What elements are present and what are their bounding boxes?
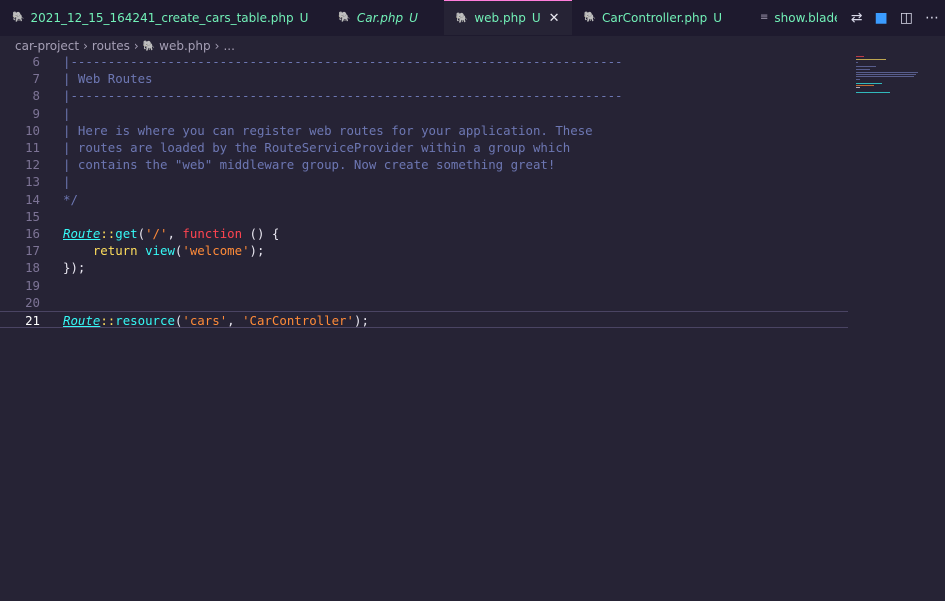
code-text: | routes are loaded by the RouteServiceP… xyxy=(63,140,571,155)
tab-status: U xyxy=(713,10,723,25)
split-editor-icon[interactable]: ◫ xyxy=(900,11,913,25)
tab-car-controller[interactable]: 🐘 CarController.php U xyxy=(571,0,749,35)
code-line[interactable]: 14 */ xyxy=(0,191,848,208)
minimap-line xyxy=(856,69,870,70)
code-text: | xyxy=(63,174,71,190)
code-text: | xyxy=(63,105,71,121)
code-line[interactable]: 9 | xyxy=(0,105,848,122)
line-number: 15 xyxy=(25,208,40,224)
minimap-line xyxy=(856,87,860,88)
more-actions-icon[interactable]: ⋯ xyxy=(925,11,939,25)
tab-create-cars-table[interactable]: 🐘 2021_12_15_164241_create_cars_table.ph… xyxy=(0,0,321,35)
tab-label: 2021_12_15_164241_create_cars_table.php xyxy=(30,10,294,25)
line-number: 7 xyxy=(32,71,40,87)
line-number: 13 xyxy=(25,174,40,190)
line-number: 17 xyxy=(25,243,40,259)
line-number: 16 xyxy=(25,226,40,241)
minimap-line xyxy=(856,62,858,63)
code-text: return view('welcome'); xyxy=(92,243,265,259)
chevron-right-icon: › xyxy=(83,39,88,53)
lines-icon: ≡ xyxy=(760,12,769,23)
minimap-line xyxy=(856,92,890,93)
code-line[interactable]: 19 xyxy=(0,277,848,294)
breadcrumb-item-car-project[interactable]: car-project xyxy=(15,39,79,53)
line-number: 8 xyxy=(32,88,40,104)
tab-web-php[interactable]: 🐘 web.php U ✕ xyxy=(443,0,572,35)
php-elephant-icon: 🐘 xyxy=(338,12,351,23)
php-elephant-icon: 🐘 xyxy=(12,12,25,23)
php-elephant-icon: 🐘 xyxy=(455,12,469,24)
code-line[interactable]: 16 Route::get('/', function () { xyxy=(0,225,848,242)
code-text: */ xyxy=(63,191,78,207)
code-text: Route::resource('cars', 'CarController')… xyxy=(63,313,369,328)
minimap[interactable] xyxy=(852,56,932,116)
code-line[interactable]: 13 | xyxy=(0,173,848,190)
code-line[interactable]: 18}); xyxy=(0,259,848,276)
minimap-line xyxy=(856,85,874,86)
editor-tab-bar: 🐘 2021_12_15_164241_create_cars_table.ph… xyxy=(0,0,945,36)
line-number: 20 xyxy=(25,294,40,310)
tab-label: Car.php xyxy=(356,10,404,25)
code-editor[interactable]: 6 |--------------------------------------… xyxy=(0,53,848,601)
code-text: | Web Routes xyxy=(63,71,153,87)
tab-label: web.php xyxy=(474,11,526,25)
breadcrumb-item-web-php[interactable]: web.php xyxy=(159,39,210,53)
php-elephant-icon: 🐘 xyxy=(142,40,156,52)
minimap-line xyxy=(856,59,886,60)
tab-status: U xyxy=(531,11,541,25)
chevron-right-icon: › xyxy=(133,39,139,53)
chevron-right-icon: › xyxy=(214,39,220,53)
line-number: 18 xyxy=(25,260,40,276)
code-line[interactable]: 20 xyxy=(0,294,848,311)
minimap-line xyxy=(856,76,914,77)
line-number: 6 xyxy=(32,54,40,69)
code-text: | contains the "web" middleware group. N… xyxy=(63,157,556,173)
code-line[interactable]: 17 return view('welcome'); xyxy=(0,242,848,259)
breadcrumb-item-ellipsis[interactable]: ... xyxy=(223,39,234,53)
code-text: |---------------------------------------… xyxy=(63,88,623,104)
minimap-line xyxy=(856,83,882,84)
open-changes-icon[interactable]: ■ xyxy=(875,11,888,25)
code-line[interactable]: 6 |--------------------------------------… xyxy=(0,53,848,70)
code-text: | Here is where you can register web rou… xyxy=(63,122,593,138)
minimap-line xyxy=(856,66,876,67)
tab-status: U xyxy=(409,10,418,25)
code-line[interactable]: 8 |--------------------------------------… xyxy=(0,87,848,104)
close-icon[interactable]: ✕ xyxy=(549,11,560,26)
line-number: 19 xyxy=(25,277,40,293)
code-line[interactable]: 11 | routes are loaded by the RouteServic… xyxy=(0,139,848,156)
line-number: 12 xyxy=(25,157,40,173)
breadcrumb-item-routes[interactable]: routes xyxy=(92,39,130,53)
line-number: 9 xyxy=(32,105,40,121)
minimap-line xyxy=(856,56,864,57)
line-number: 21 xyxy=(25,313,40,328)
line-number: 11 xyxy=(25,140,40,155)
tab-status: U xyxy=(299,10,309,25)
minimap-line xyxy=(856,72,918,73)
php-elephant-icon: 🐘 xyxy=(583,12,596,23)
minimap-line xyxy=(856,79,860,80)
editor-actions: ⇄ ■ ◫ ⋯ xyxy=(836,0,945,35)
code-line[interactable]: 7 | Web Routes xyxy=(0,70,848,87)
code-text: Route::get('/', function () { xyxy=(63,226,280,241)
code-line[interactable]: 21 Route::resource('cars', 'CarController… xyxy=(0,311,848,329)
line-number: 10 xyxy=(25,122,40,138)
minimap-line xyxy=(856,74,916,75)
code-text: |---------------------------------------… xyxy=(63,54,623,69)
tab-label: CarController.php xyxy=(601,10,708,25)
compare-changes-icon[interactable]: ⇄ xyxy=(851,11,863,25)
line-number: 14 xyxy=(25,191,40,207)
code-line[interactable]: 15 xyxy=(0,208,848,225)
code-line[interactable]: 10 | Here is where you can register web r… xyxy=(0,122,848,139)
code-line[interactable]: 12 | contains the "web" middleware group.… xyxy=(0,156,848,173)
code-text: }); xyxy=(63,260,86,276)
tab-car-php[interactable]: 🐘 Car.php U xyxy=(320,0,444,35)
